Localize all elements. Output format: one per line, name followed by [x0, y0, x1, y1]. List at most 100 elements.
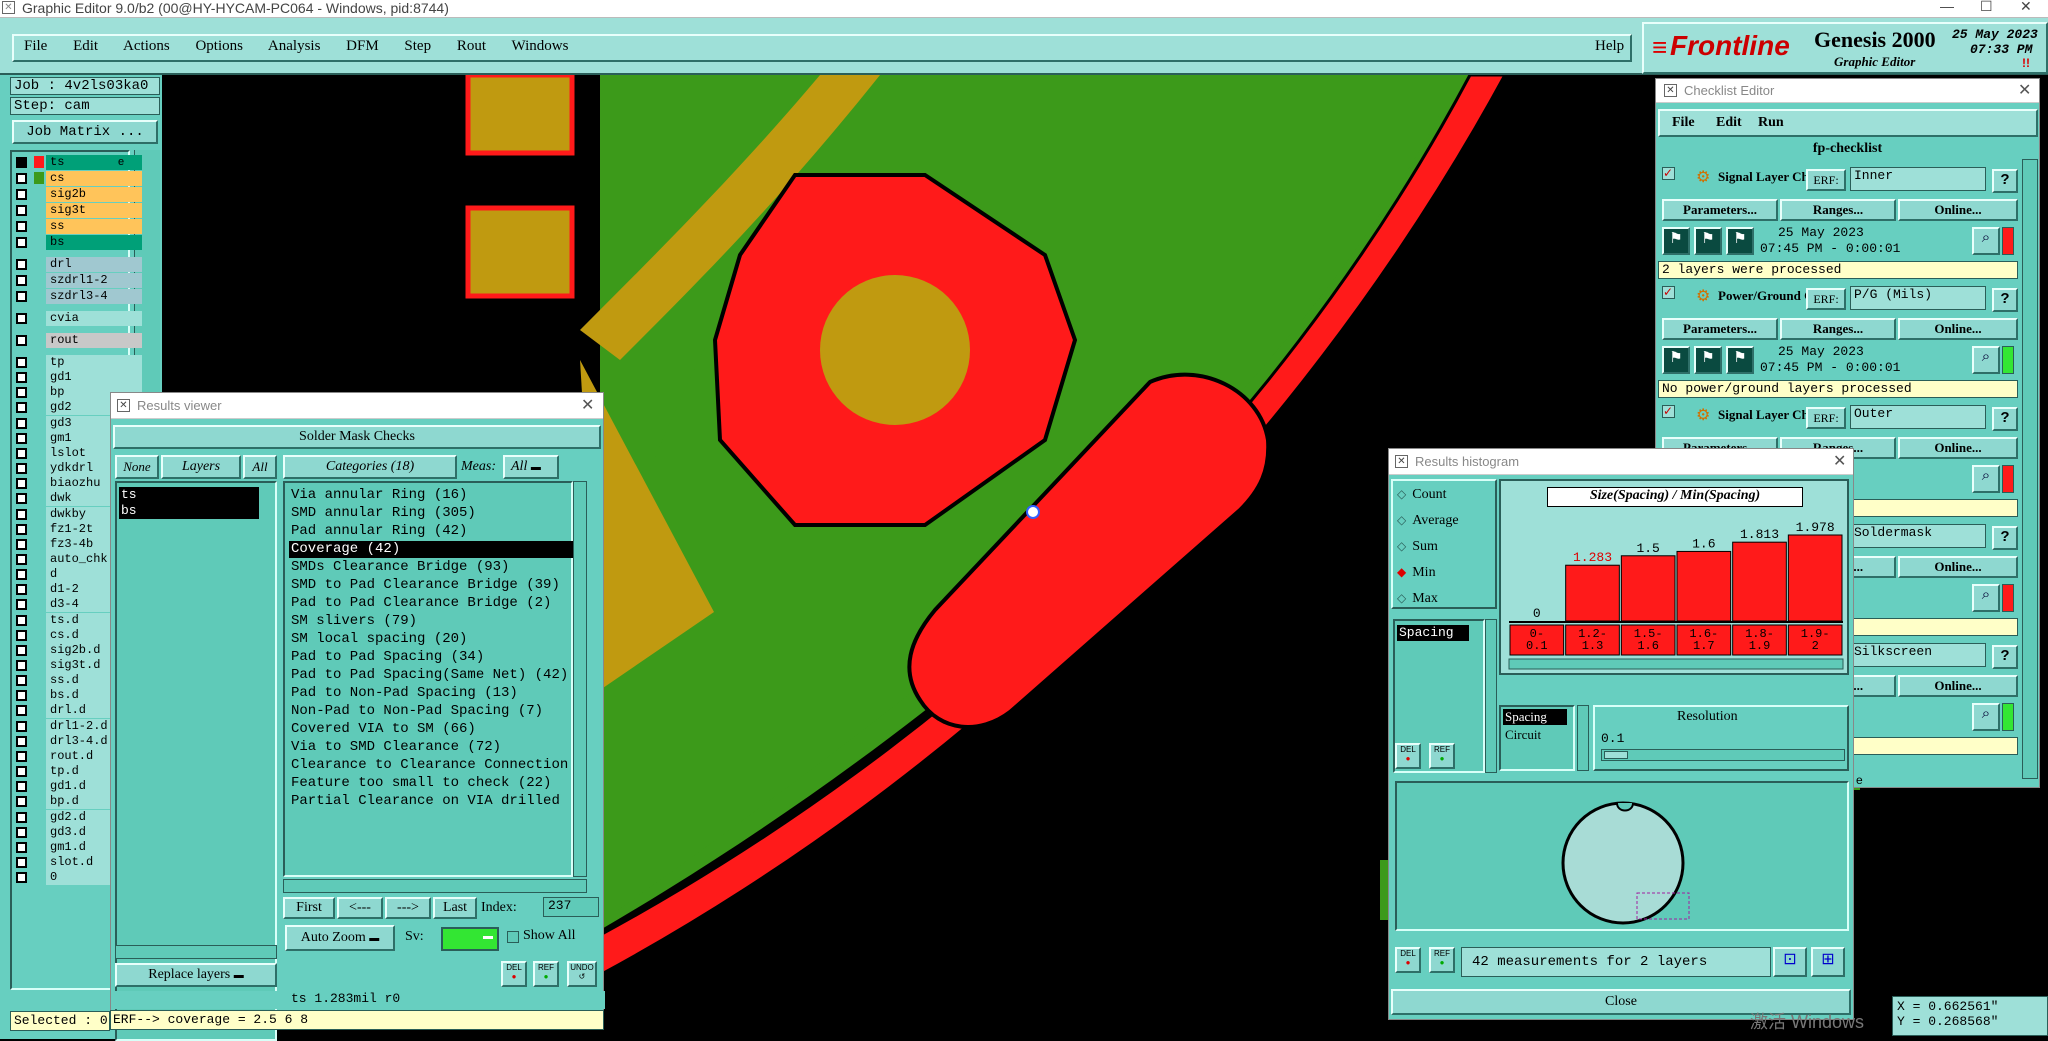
- erf-button[interactable]: ERF:: [1806, 407, 1846, 429]
- layer-row-sig2b[interactable]: sig2b: [12, 187, 142, 202]
- layer-checkbox[interactable]: [16, 660, 27, 671]
- meas-dropdown[interactable]: All ▬: [503, 455, 559, 479]
- layer-checkbox[interactable]: [16, 599, 27, 611]
- menu-dfm[interactable]: DFM: [346, 38, 379, 54]
- result-layer-bs[interactable]: bs: [119, 503, 259, 519]
- job-matrix-button[interactable]: Job Matrix ...: [12, 120, 158, 144]
- category-item[interactable]: Pad to Non-Pad Spacing (13): [289, 685, 518, 702]
- erf-value[interactable]: Soldermask: [1850, 524, 1986, 548]
- layer-row-bs[interactable]: bs: [12, 235, 142, 250]
- categories-button[interactable]: Categories (18): [283, 455, 457, 479]
- layers-none-button[interactable]: None: [115, 455, 159, 479]
- check-enable-checkbox[interactable]: ✓: [1662, 405, 1675, 418]
- layer-checkbox[interactable]: [16, 614, 27, 626]
- category-scrollbar[interactable]: [573, 481, 587, 877]
- results-zoom-icon[interactable]: ⌕: [1972, 703, 2000, 731]
- chart-hscrollbar[interactable]: [1508, 658, 1844, 670]
- category-item[interactable]: Non-Pad to Non-Pad Spacing (7): [289, 703, 543, 720]
- ranges-button[interactable]: Ranges...: [1780, 318, 1896, 340]
- layer-row-rout[interactable]: rout: [12, 333, 142, 348]
- layer-checkbox[interactable]: [16, 291, 27, 302]
- layer-checkbox[interactable]: [16, 538, 27, 550]
- online-button[interactable]: Online...: [1898, 675, 2018, 697]
- check-help-icon[interactable]: ?: [1992, 407, 2018, 431]
- layer-checkbox[interactable]: [16, 584, 27, 596]
- layer-row-gd1[interactable]: gd1: [12, 370, 142, 386]
- maximize-icon[interactable]: ☐: [1980, 0, 1993, 15]
- layer-checkbox[interactable]: [16, 720, 27, 732]
- ref-button[interactable]: REF ●: [533, 961, 559, 987]
- layer-checkbox[interactable]: [16, 157, 27, 168]
- histogram-bar[interactable]: [1676, 550, 1732, 622]
- aggregate-option-average[interactable]: ◇ Average: [1397, 513, 1459, 529]
- zoom-fit-icon[interactable]: ⊡: [1773, 947, 1807, 977]
- preview-del-button[interactable]: DEL ●: [1395, 947, 1421, 973]
- erf-value[interactable]: Inner: [1850, 167, 1986, 191]
- menu-actions[interactable]: Actions: [123, 38, 170, 54]
- layer-checkbox[interactable]: [16, 856, 27, 868]
- layer-checkbox[interactable]: [16, 357, 27, 368]
- layer-checkbox[interactable]: [16, 417, 27, 429]
- menu-analysis[interactable]: Analysis: [268, 38, 321, 54]
- aggregate-option-sum[interactable]: ◇ Sum: [1397, 539, 1438, 555]
- results-zoom-icon[interactable]: ⌕: [1972, 465, 2000, 493]
- erf-button[interactable]: ERF:: [1806, 288, 1846, 310]
- aggregate-option-count[interactable]: ◇ Count: [1397, 487, 1446, 503]
- category-item[interactable]: SM slivers (79): [289, 613, 417, 630]
- menu-file[interactable]: File: [24, 38, 47, 54]
- first-button[interactable]: First: [283, 897, 335, 919]
- histogram-bar[interactable]: [1620, 555, 1676, 622]
- layer-checkbox[interactable]: [16, 402, 27, 414]
- run-step-icon[interactable]: ⚑: [1694, 227, 1722, 255]
- close-icon[interactable]: ✕: [2018, 80, 2031, 100]
- menu-options[interactable]: Options: [195, 38, 243, 54]
- close-icon[interactable]: ✕: [2020, 0, 2032, 15]
- category-item[interactable]: SMD annular Ring (305): [289, 505, 476, 522]
- erf-value[interactable]: Silkscreen: [1850, 643, 1986, 667]
- run-stop-icon[interactable]: ⚑: [1726, 227, 1754, 255]
- layer-row-drl[interactable]: drl: [12, 257, 142, 272]
- layer-checkbox[interactable]: [16, 841, 27, 853]
- checklist-menu-edit[interactable]: Edit: [1716, 115, 1742, 131]
- category-item[interactable]: Clearance to Clearance Connection: [289, 757, 568, 774]
- layer-checkbox[interactable]: [16, 259, 27, 270]
- layers-button[interactable]: Layers: [161, 455, 241, 479]
- aggregate-option-min[interactable]: ◆ Min: [1397, 565, 1436, 581]
- layer-checkbox[interactable]: [16, 313, 27, 324]
- category-item[interactable]: Partial Clearance on VIA drilled: [289, 793, 560, 810]
- layer-checkbox[interactable]: [16, 275, 27, 286]
- category-item[interactable]: Covered VIA to SM (66): [289, 721, 476, 738]
- show-all-checkbox[interactable]: [507, 931, 519, 943]
- results-zoom-icon[interactable]: ⌕: [1972, 346, 2000, 374]
- result-layer-ts[interactable]: ts: [119, 487, 259, 503]
- category-item[interactable]: Via annular Ring (16): [289, 487, 467, 504]
- field-item-spacing[interactable]: Spacing: [1397, 625, 1469, 641]
- layer-checkbox[interactable]: [16, 478, 27, 490]
- preview-ref-button[interactable]: REF ●: [1429, 947, 1455, 973]
- index-input[interactable]: 237: [543, 897, 599, 917]
- histogram-bar[interactable]: [1732, 541, 1787, 622]
- layer-checkbox[interactable]: [16, 523, 27, 535]
- field-list-scrollbar[interactable]: [1485, 619, 1497, 773]
- online-button[interactable]: Online...: [1898, 199, 2018, 221]
- layer-checkbox[interactable]: [16, 644, 27, 656]
- online-button[interactable]: Online...: [1898, 437, 2018, 459]
- layer-checkbox[interactable]: [16, 173, 27, 184]
- category-item[interactable]: Coverage (42): [289, 541, 577, 558]
- category-item[interactable]: Pad annular Ring (42): [289, 523, 467, 540]
- last-button[interactable]: Last: [433, 897, 477, 919]
- category-item[interactable]: Pad to Pad Clearance Bridge (2): [289, 595, 551, 612]
- layer-checkbox[interactable]: [16, 750, 27, 762]
- category-item[interactable]: SMD to Pad Clearance Bridge (39): [289, 577, 560, 594]
- layer-row-szdrl3-4[interactable]: szdrl3-4: [12, 289, 142, 304]
- run-stop-icon[interactable]: ⚑: [1726, 346, 1754, 374]
- layer-checkbox[interactable]: [16, 508, 27, 520]
- category-item[interactable]: Pad to Pad Spacing(Same Net) (42): [289, 667, 568, 684]
- parameters-button[interactable]: Parameters...: [1662, 318, 1778, 340]
- layer-checkbox[interactable]: [16, 690, 27, 702]
- layer-checkbox[interactable]: [16, 372, 27, 384]
- category-item[interactable]: Pad to Pad Spacing (34): [289, 649, 484, 666]
- del-button[interactable]: DEL ●: [501, 961, 527, 987]
- check-help-icon[interactable]: ?: [1992, 169, 2018, 193]
- layer-checkbox[interactable]: [16, 826, 27, 838]
